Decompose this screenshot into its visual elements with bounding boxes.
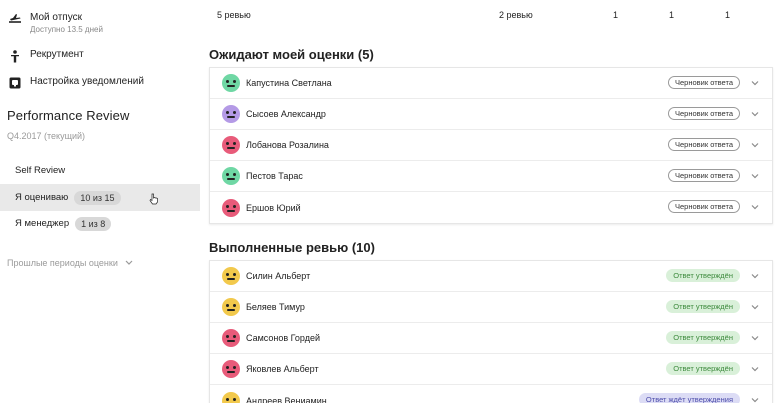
chevron-down-icon[interactable]: [750, 395, 760, 403]
review-row[interactable]: Андреев Вениамин Ответ ждёт утверждения: [210, 385, 772, 403]
avatar: [222, 105, 240, 123]
status-badge: Черновик ответа: [668, 138, 740, 151]
menu-manager-label: Я менеджер: [15, 218, 70, 229]
status-badge: Ответ ждёт утверждения: [638, 393, 740, 403]
review-row[interactable]: Яковлев Альберт Ответ утверждён: [210, 354, 772, 385]
menu-self-review-label: Self Review: [15, 165, 66, 176]
chevron-down-icon[interactable]: [750, 364, 760, 374]
hand-cursor-icon: [149, 193, 158, 205]
summary-count-1: 1: [613, 10, 619, 20]
review-row[interactable]: Самсонов Гордей Ответ утверждён: [210, 323, 772, 354]
chevron-down-icon: [125, 260, 133, 265]
reviewee-name: Сысоев Александр: [246, 109, 326, 119]
status-badge: Ответ утверждён: [666, 269, 740, 282]
chevron-down-icon[interactable]: [750, 202, 760, 212]
summary-row: 5 ревью 2 ревью 1 1 1: [209, 10, 773, 24]
menu-manager[interactable]: Я менеджер 1 из 8: [0, 210, 200, 237]
reviewee-name: Самсонов Гордей: [246, 333, 321, 343]
past-periods-label: Прошлые периоды оценки: [7, 258, 118, 268]
avatar: [222, 136, 240, 154]
review-row[interactable]: Пестов Тарас Черновик ответа: [210, 161, 772, 192]
reviewee-name: Ершов Юрий: [246, 202, 301, 213]
reviewee-name: Беляев Тимур: [246, 302, 305, 312]
status-badge: Черновик ответа: [668, 200, 740, 213]
review-row[interactable]: Лобанова Розалина Черновик ответа: [210, 130, 772, 161]
nav-notifications[interactable]: Настройка уведомлений: [0, 76, 152, 90]
chevron-down-icon[interactable]: [750, 171, 760, 181]
pending-group-title: Ожидают моей оценки (5): [209, 47, 374, 62]
done-reviews-list: Силин Альберт Ответ утверждён Беляев Тимур…: [209, 260, 773, 403]
review-row[interactable]: Ершов Юрий Черновик ответа: [210, 192, 772, 223]
past-periods-toggle[interactable]: Прошлые периоды оценки: [7, 258, 133, 268]
notification-icon: [8, 76, 22, 90]
summary-count-3: 1: [725, 10, 731, 20]
reviewee-name: Андреев Вениамин: [246, 395, 327, 403]
chevron-down-icon[interactable]: [750, 333, 760, 343]
status-badge: Черновик ответа: [668, 76, 740, 89]
status-badge: Ответ утверждён: [666, 300, 740, 313]
current-period: Q4.2017 (текущий): [7, 131, 86, 141]
nav-notifications-label: Настройка уведомлений: [30, 76, 144, 87]
status-badge: Ответ утверждён: [666, 331, 740, 344]
chevron-down-icon[interactable]: [750, 302, 760, 312]
person-icon: [8, 49, 22, 63]
review-row[interactable]: Беляев Тимур Ответ утверждён: [210, 292, 772, 323]
main-content: 5 ревью 2 ревью 1 1 1 Ожидают моей оценк…: [209, 0, 773, 403]
pending-reviews-list: Капустина Светлана Черновик ответа Сысоев …: [209, 67, 773, 224]
nav-recruitment[interactable]: Рекрутмент: [0, 49, 92, 63]
reviewee-name: Яковлев Альберт: [246, 364, 319, 374]
summary-reviews-2: 2 ревью: [499, 10, 533, 20]
avatar: [222, 329, 240, 347]
chevron-down-icon[interactable]: [750, 140, 760, 150]
menu-manager-count: 1 из 8: [75, 216, 112, 231]
menu-i-review-count: 10 из 15: [74, 190, 121, 205]
avatar: [222, 198, 240, 217]
avatar: [222, 267, 240, 285]
status-badge: Черновик ответа: [668, 107, 740, 120]
chevron-down-icon[interactable]: [750, 109, 760, 119]
airplane-icon: [8, 12, 22, 26]
chevron-down-icon[interactable]: [750, 271, 760, 281]
chevron-down-icon[interactable]: [750, 78, 760, 88]
avatar: [222, 360, 240, 378]
nav-recruitment-label: Рекрутмент: [30, 49, 84, 60]
review-row[interactable]: Сысоев Александр Черновик ответа: [210, 99, 772, 130]
reviewee-name: Лобанова Розалина: [246, 140, 329, 150]
avatar: [222, 74, 240, 92]
reviewee-name: Силин Альберт: [246, 271, 311, 281]
avatar: [222, 298, 240, 316]
summary-reviews: 5 ревью: [217, 10, 251, 20]
nav-vacation[interactable]: Мой отпуск Доступно 13.5 дней: [0, 12, 111, 35]
menu-i-review[interactable]: Я оцениваю 10 из 15: [0, 184, 200, 211]
review-row[interactable]: Капустина Светлана Черновик ответа: [210, 68, 772, 99]
avatar: [222, 391, 240, 403]
status-badge: Черновик ответа: [668, 169, 740, 182]
status-badge: Ответ утверждён: [666, 362, 740, 375]
nav-vacation-sub: Доступно 13.5 дней: [30, 25, 103, 34]
performance-review-title: Performance Review: [7, 108, 130, 123]
nav-vacation-label: Мой отпуск: [30, 12, 82, 23]
reviewee-name: Пестов Тарас: [246, 171, 303, 181]
done-group-title: Выполненные ревью (10): [209, 240, 375, 255]
menu-self-review[interactable]: Self Review: [0, 157, 200, 184]
summary-count-2: 1: [669, 10, 675, 20]
review-row[interactable]: Силин Альберт Ответ утверждён: [210, 261, 772, 292]
avatar: [222, 167, 240, 185]
menu-i-review-label: Я оцениваю: [15, 192, 69, 203]
reviewee-name: Капустина Светлана: [246, 78, 332, 88]
sidebar: Мой отпуск Доступно 13.5 дней Рекрутмент…: [0, 0, 200, 403]
